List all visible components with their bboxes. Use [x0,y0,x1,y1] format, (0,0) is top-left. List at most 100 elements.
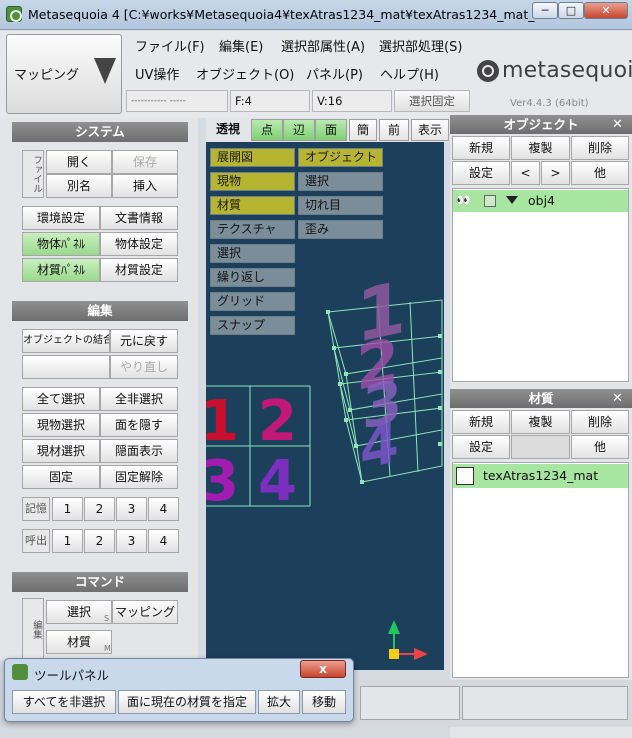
recall-slot-1[interactable]: 1 [52,529,83,553]
select-lock-button[interactable]: 選択固定 [394,90,470,112]
show-hidden-button[interactable]: 隠面表示 [100,439,178,463]
y-axis-arrow-icon [388,620,400,634]
eye-visible-icon[interactable]: 👀 [456,193,471,207]
menu-uv[interactable]: UV操作 [135,64,179,83]
material-list[interactable] [452,462,629,678]
overlay-select[interactable]: 選択 [298,172,383,191]
vertex-count: V:16 [312,90,392,112]
memory-slot-1[interactable]: 1 [52,497,83,521]
object-delete-button[interactable]: 削除 [571,136,629,160]
zoom-button[interactable]: 拡大 [258,690,300,714]
system-panel-title: システム [12,122,188,142]
memory-slot-2[interactable]: 2 [84,497,115,521]
material-other-button[interactable]: 他 [571,435,629,459]
save-as-button[interactable]: 別名 [46,174,112,198]
recall-label: 呼出 [22,529,50,553]
object-new-button[interactable]: 新規 [452,136,510,160]
close-button[interactable]: ✕ [584,2,628,19]
material-new-button[interactable]: 新規 [452,410,510,434]
lock-checkbox-icon[interactable] [484,195,496,207]
lock-button[interactable]: 固定 [22,465,100,489]
object-panel-title: オブジェクト [450,115,632,134]
tab-display[interactable]: 表示 [411,119,449,141]
maximize-button[interactable]: □ [558,2,584,19]
material-settings-button[interactable]: 材質設定 [100,258,178,282]
material-settings-button[interactable]: 設定 [452,435,510,459]
doc-info-button[interactable]: 文書情報 [100,206,178,230]
overlay-object[interactable]: オブジェクト [298,148,383,167]
overlay-seams[interactable]: 切れ目 [298,196,383,215]
insert-button[interactable]: 挿入 [112,174,178,198]
object-settings-button[interactable]: 設定 [452,161,510,185]
vertex [344,372,348,376]
combine-objects-button[interactable]: オブジェクトの結合 [22,329,110,353]
deselect-all-button[interactable]: 全非選択 [100,387,178,411]
overlay-grid[interactable]: グリッド [210,292,295,311]
menu-file[interactable]: ファイル(F) [135,36,205,55]
overlay-selection[interactable]: 選択 [210,244,295,263]
material-duplicate-button[interactable]: 複製 [511,410,570,434]
menu-help[interactable]: ヘルプ(H) [380,64,439,83]
object-panel-toggle[interactable]: 物体ﾊﾟﾈﾙ [22,232,100,256]
hide-faces-button[interactable]: 面を隠す [100,413,178,437]
object-move-up-button[interactable]: < [511,161,540,185]
move-button[interactable]: 移動 [302,690,346,714]
object-move-down-button[interactable]: > [541,161,570,185]
overlay-current-object[interactable]: 現物 [210,172,295,191]
object-settings-button[interactable]: 物体設定 [100,232,178,256]
minimize-button[interactable]: ─ [532,2,558,19]
deselect-all-tool-button[interactable]: すべてを非選択 [12,690,116,714]
tab-front[interactable]: 前 [379,119,409,141]
status-field [462,686,628,720]
overlay-material[interactable]: 材質 [210,196,295,215]
menu-selection-attributes[interactable]: 選択部属性(A) [281,36,365,55]
overlay-texture[interactable]: テクスチャ [210,220,295,239]
material-command-button[interactable]: 材質 [46,630,112,654]
select-all-button[interactable]: 全て選択 [22,387,100,411]
expand-triangle-icon[interactable] [506,196,518,204]
redo-button[interactable]: やり直し [110,355,178,379]
object-panel-close-icon[interactable]: ✕ [612,115,623,134]
recall-slot-2[interactable]: 2 [84,529,115,553]
select-command-button[interactable]: 選択 [46,600,112,624]
object-other-button[interactable]: 他 [571,161,629,185]
triangle-down-icon[interactable] [94,58,116,84]
menu-edit[interactable]: 編集(E) [219,36,263,55]
unlock-button[interactable]: 固定解除 [100,465,178,489]
recall-slot-4[interactable]: 4 [148,529,179,553]
file-group-label: ファイル [22,150,44,198]
tab-face[interactable]: 面 [315,119,347,141]
tool-panel-close-button[interactable]: x [300,660,346,678]
material-panel-toggle[interactable]: 材質ﾊﾟﾈﾙ [22,258,100,282]
tab-perspective[interactable]: 透視 [209,119,247,141]
overlay-uv-layout[interactable]: 展開図 [210,148,295,167]
open-button[interactable]: 開く [46,150,112,174]
material-delete-button[interactable]: 削除 [571,410,629,434]
logo-text: metasequoia4 [502,58,632,83]
tab-simple[interactable]: 簡 [349,119,377,141]
tab-vertex[interactable]: 点 [251,119,283,141]
select-current-material-button[interactable]: 現材選択 [22,439,100,463]
memory-slot-3[interactable]: 3 [116,497,147,521]
overlay-repeat[interactable]: 繰り返し [210,268,295,287]
material-empty-slot [511,435,570,459]
menu-panel[interactable]: パネル(P) [306,64,363,83]
assign-material-button[interactable]: 面に現在の材質を指定 [118,690,256,714]
undo-button[interactable]: 元に戻す [110,329,178,353]
object-list[interactable] [452,188,629,382]
recall-slot-3[interactable]: 3 [116,529,147,553]
memory-label: 記憶 [22,497,50,521]
menu-object[interactable]: オブジェクト(O) [196,64,294,83]
memory-slot-4[interactable]: 4 [148,497,179,521]
menu-selection-process[interactable]: 選択部処理(S) [379,36,462,55]
object-duplicate-button[interactable]: 複製 [511,136,570,160]
select-current-object-button[interactable]: 現物選択 [22,413,100,437]
save-button[interactable]: 保存 [112,150,178,174]
tab-edge[interactable]: 辺 [283,119,315,141]
env-settings-button[interactable]: 環境設定 [22,206,100,230]
overlay-distortion[interactable]: 歪み [298,220,383,239]
object-name: obj4 [528,193,556,208]
material-panel-close-icon[interactable]: ✕ [612,389,623,408]
overlay-snap[interactable]: スナップ [210,316,295,335]
mapping-command-button[interactable]: マッピング [112,600,178,624]
